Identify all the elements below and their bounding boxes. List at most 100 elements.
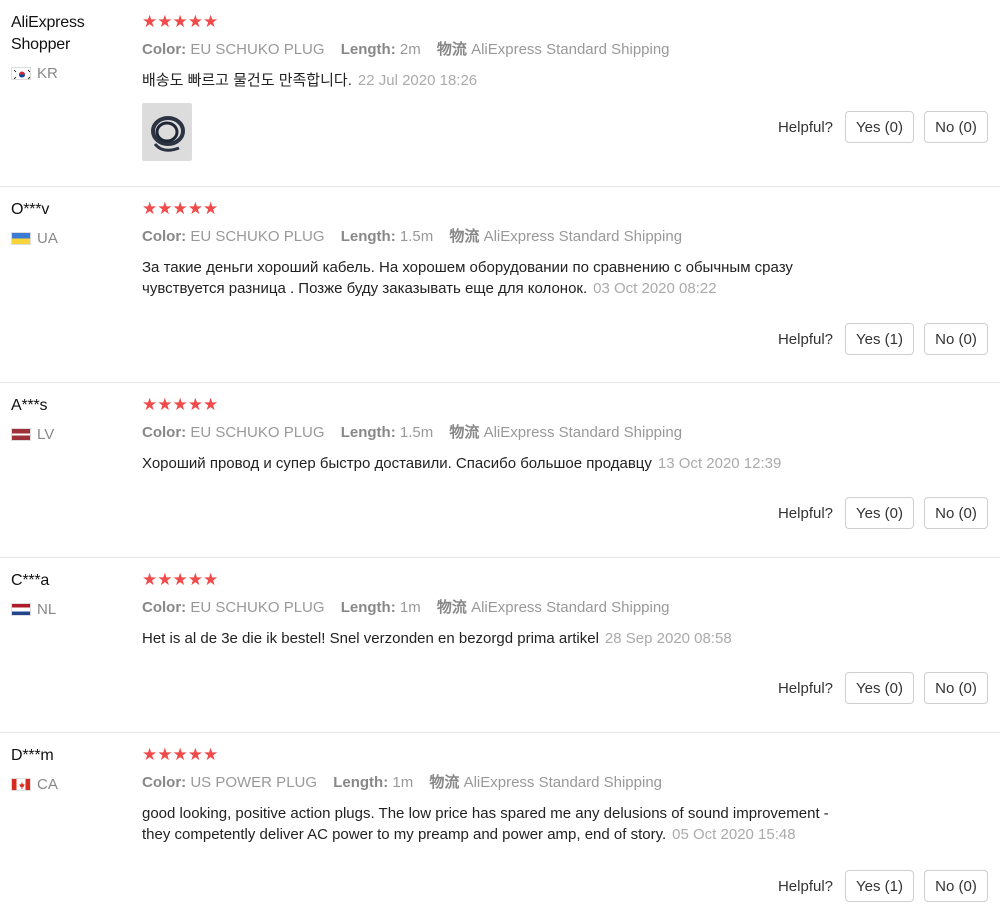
product-attributes: Color: EU SCHUKO PLUG Length: 1.5m 物流 Al…: [142, 227, 988, 247]
reviewer-info: O***v UA: [11, 199, 131, 247]
length-value: 1.5m: [399, 228, 434, 245]
length-value: 2m: [399, 41, 421, 58]
country-code: UA: [37, 230, 58, 247]
star-rating: ★★★★★: [142, 745, 219, 764]
shipping-label: 物流: [429, 774, 460, 791]
review-content: ★★★★★ Color: EU SCHUKO PLUG Length: 1.5m…: [142, 395, 988, 474]
review-content: ★★★★★ Color: EU SCHUKO PLUG Length: 1m 物…: [142, 570, 988, 649]
review-photo-thumbnail[interactable]: [142, 103, 192, 161]
review-text: Хороший провод и супер быстро доставили.…: [142, 453, 842, 474]
helpful-yes-button[interactable]: Yes (0): [845, 672, 914, 704]
length-value: 1m: [392, 774, 414, 791]
reviewer-info: C***a NL: [11, 570, 131, 618]
flag-ca-icon: [11, 778, 31, 791]
star-rating: ★★★★★: [142, 199, 219, 218]
length-value: 1m: [399, 599, 421, 616]
helpful-yes-button[interactable]: Yes (1): [845, 870, 914, 902]
helpful-no-button[interactable]: No (0): [924, 497, 988, 529]
length-label: Length:: [340, 228, 396, 245]
length-label: Length:: [340, 41, 396, 58]
reviewer-country: LV: [11, 426, 131, 443]
helpful-label: Helpful?: [777, 118, 834, 136]
helpful-yes-button[interactable]: Yes (0): [845, 497, 914, 529]
helpful-no-button[interactable]: No (0): [924, 111, 988, 143]
country-code: NL: [37, 601, 57, 618]
color-value: EU SCHUKO PLUG: [190, 424, 325, 441]
shipping-label: 物流: [449, 424, 480, 441]
review-text: 배송도 빠르고 물건도 만족합니다. 22 Jul 2020 18:26: [142, 70, 842, 91]
helpful-controls: Helpful? Yes (1) No (0): [778, 323, 988, 355]
shipping-value: AliExpress Standard Shipping: [471, 599, 670, 616]
flag-kr-icon: [11, 67, 31, 80]
review-list: AliExpress Shopper KR ★★★★★ Color: EU SC…: [0, 0, 1000, 919]
reviewer-name: D***m: [11, 747, 54, 764]
length-label: Length:: [340, 599, 396, 616]
review-body: Хороший провод и супер быстро доставили.…: [142, 455, 652, 472]
color-label: Color:: [142, 599, 187, 616]
length-value: 1.5m: [399, 424, 434, 441]
shipping-label: 物流: [436, 41, 467, 58]
helpful-controls: Helpful? Yes (0) No (0): [778, 497, 988, 529]
reviewer-country: KR: [11, 65, 131, 82]
helpful-label: Helpful?: [777, 504, 834, 522]
shipping-label: 物流: [449, 228, 480, 245]
color-value: US POWER PLUG: [190, 774, 318, 791]
helpful-no-button[interactable]: No (0): [924, 870, 988, 902]
review-content: ★★★★★ Color: EU SCHUKO PLUG Length: 1.5m…: [142, 199, 988, 299]
reviewer-name: AliExpress Shopper: [11, 14, 85, 53]
reviewer-info: A***s LV: [11, 395, 131, 443]
reviewer-name: O***v: [11, 201, 50, 218]
review-item: A***s LV ★★★★★ Color: EU SCHUKO PLUG Len…: [0, 383, 1000, 558]
review-date: 05 Oct 2020 15:48: [672, 826, 796, 843]
review-item: C***a NL ★★★★★ Color: EU SCHUKO PLUG Len…: [0, 558, 1000, 733]
review-body: Het is al de 3e die ik bestel! Snel verz…: [142, 630, 599, 647]
country-code: CA: [37, 776, 58, 793]
color-value: EU SCHUKO PLUG: [190, 228, 325, 245]
length-label: Length:: [333, 774, 389, 791]
helpful-label: Helpful?: [777, 330, 834, 348]
flag-ua-icon: [11, 232, 31, 245]
helpful-controls: Helpful? Yes (0) No (0): [778, 672, 988, 704]
review-content: ★★★★★ Color: US POWER PLUG Length: 1m 物流…: [142, 745, 988, 845]
review-item: D***m CA ★★★★★ Color: US POWER PLUG Leng…: [0, 733, 1000, 919]
color-value: EU SCHUKO PLUG: [190, 41, 325, 58]
product-attributes: Color: EU SCHUKO PLUG Length: 1m 物流 AliE…: [142, 598, 988, 618]
reviewer-country: CA: [11, 776, 131, 793]
reviewer-name: C***a: [11, 572, 50, 589]
reviewer-info: AliExpress Shopper KR: [11, 12, 131, 82]
helpful-yes-button[interactable]: Yes (0): [845, 111, 914, 143]
review-date: 13 Oct 2020 12:39: [657, 455, 782, 472]
review-item: AliExpress Shopper KR ★★★★★ Color: EU SC…: [0, 0, 1000, 187]
review-body: 배송도 빠르고 물건도 만족합니다.: [142, 72, 352, 89]
helpful-no-button[interactable]: No (0): [924, 323, 988, 355]
star-rating: ★★★★★: [142, 12, 219, 31]
shipping-value: AliExpress Standard Shipping: [463, 774, 663, 791]
flag-lv-icon: [11, 428, 31, 441]
length-label: Length:: [340, 424, 396, 441]
product-attributes: Color: EU SCHUKO PLUG Length: 2m 物流 AliE…: [142, 40, 988, 60]
review-date: 22 Jul 2020 18:26: [357, 72, 478, 89]
color-label: Color:: [142, 774, 187, 791]
reviewer-country: NL: [11, 601, 131, 618]
review-date: 28 Sep 2020 08:58: [604, 630, 732, 647]
product-attributes: Color: US POWER PLUG Length: 1m 物流 AliEx…: [142, 773, 988, 793]
star-rating: ★★★★★: [142, 395, 219, 414]
star-rating: ★★★★★: [142, 570, 219, 589]
shipping-label: 物流: [436, 599, 467, 616]
review-text: За такие деньги хороший кабель. На хорош…: [142, 257, 842, 299]
country-code: KR: [37, 65, 58, 82]
reviewer-info: D***m CA: [11, 745, 131, 793]
helpful-controls: Helpful? Yes (1) No (0): [778, 870, 988, 902]
color-label: Color:: [142, 424, 187, 441]
helpful-yes-button[interactable]: Yes (1): [845, 323, 914, 355]
helpful-no-button[interactable]: No (0): [924, 672, 988, 704]
reviewer-name: A***s: [11, 397, 48, 414]
color-value: EU SCHUKO PLUG: [190, 599, 325, 616]
country-code: LV: [37, 426, 55, 443]
product-attributes: Color: EU SCHUKO PLUG Length: 1.5m 物流 Al…: [142, 423, 988, 443]
shipping-value: AliExpress Standard Shipping: [483, 424, 683, 441]
helpful-controls: Helpful? Yes (0) No (0): [778, 111, 988, 143]
review-date: 03 Oct 2020 08:22: [593, 280, 717, 297]
reviewer-country: UA: [11, 230, 131, 247]
review-item: O***v UA ★★★★★ Color: EU SCHUKO PLUG Len…: [0, 187, 1000, 383]
